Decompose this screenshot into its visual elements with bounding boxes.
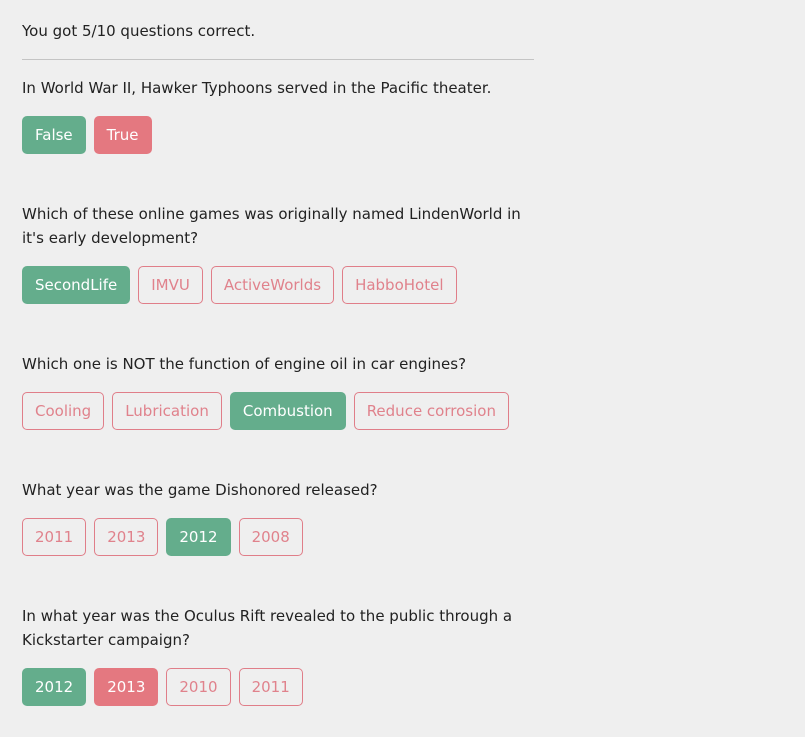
answer-button[interactable]: SecondLife [22,266,131,304]
answer-button[interactable]: 2013 [94,518,159,556]
answer-button[interactable]: 2012 [22,668,87,706]
answer-button[interactable]: True [93,116,152,154]
question-5: In what year was the Oculus Rift reveale… [22,604,534,706]
answer-button[interactable]: 2010 [166,668,231,706]
question-text: In World War II, Hawker Typhoons served … [22,79,492,97]
question-1: In World War II, Hawker Typhoons served … [22,76,534,154]
answer-button[interactable]: IMVU [138,266,203,304]
answer-button[interactable]: ActiveWorlds [210,266,335,304]
answer-button[interactable]: False [22,116,86,154]
question-4: What year was the game Dishonored releas… [22,478,534,556]
answer-button[interactable]: HabboHotel [342,266,457,304]
answer-button[interactable]: 2011 [22,518,87,556]
question-text: Which one is NOT the function of engine … [22,355,467,373]
question-text: Which of these online games was original… [22,205,521,247]
answer-group: False True [22,116,534,154]
divider [22,59,534,60]
question-text: In what year was the Oculus Rift reveale… [22,607,513,649]
answer-button[interactable]: Cooling [22,392,105,430]
answer-group: Cooling Lubrication Combustion Reduce co… [22,392,534,430]
score-summary: You got 5/10 questions correct. [22,22,256,40]
answer-group: 2012 2013 2010 2011 [22,668,534,706]
answer-group: SecondLife IMVU ActiveWorlds HabboHotel [22,266,534,304]
answer-button[interactable]: Lubrication [112,392,222,430]
answer-button[interactable]: 2012 [166,518,231,556]
question-3: Which one is NOT the function of engine … [22,352,534,430]
answer-group: 2011 2013 2012 2008 [22,518,534,556]
question-2: Which of these online games was original… [22,202,534,304]
question-text: What year was the game Dishonored releas… [22,481,378,499]
answer-button[interactable]: 2008 [238,518,303,556]
answer-button[interactable]: 2011 [238,668,303,706]
answer-button[interactable]: Combustion [229,392,346,430]
answer-button[interactable]: 2013 [94,668,159,706]
answer-button[interactable]: Reduce corrosion [353,392,509,430]
quiz-results-page: You got 5/10 questions correct. In World… [0,0,805,737]
